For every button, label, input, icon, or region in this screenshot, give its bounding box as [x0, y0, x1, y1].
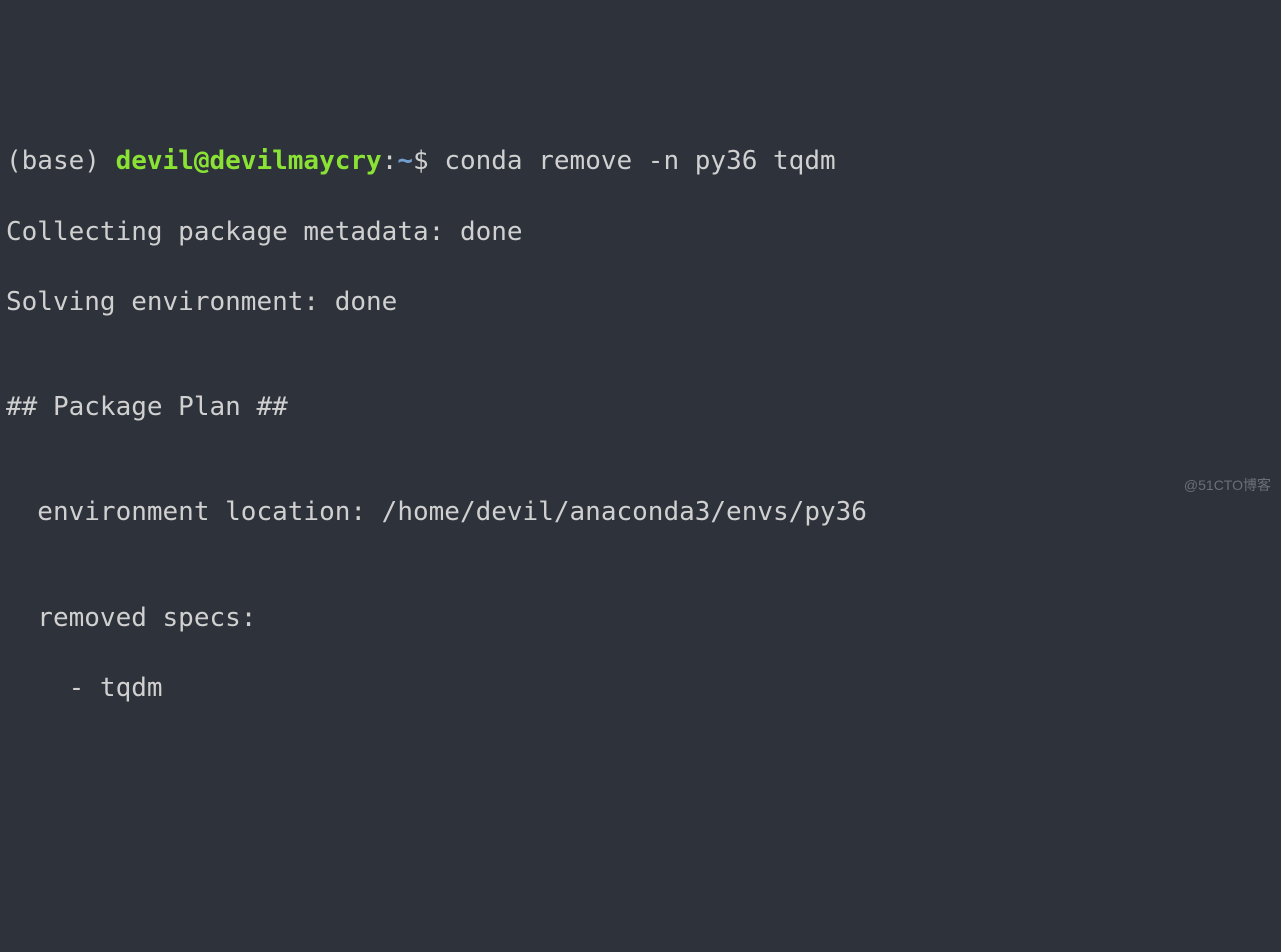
prompt-line[interactable]: (base) devil@devilmaycry:~$ conda remove… — [6, 144, 1275, 179]
package-plan-header: ## Package Plan ## — [6, 390, 1275, 425]
conda-env: (base) — [6, 146, 116, 176]
current-path: ~ — [397, 146, 413, 176]
command-input: conda remove -n py36 tqdm — [444, 146, 835, 176]
user-host: devil@devilmaycry — [116, 146, 382, 176]
watermark: @51CTO博客 — [1184, 476, 1271, 495]
prompt-colon: : — [382, 146, 398, 176]
prompt-dollar: $ — [413, 146, 444, 176]
removed-specs-label: removed specs: — [6, 601, 1275, 636]
removed-spec-item: - tqdm — [6, 671, 1275, 706]
output-solving: Solving environment: done — [6, 285, 1275, 320]
output-collecting: Collecting package metadata: done — [6, 215, 1275, 250]
